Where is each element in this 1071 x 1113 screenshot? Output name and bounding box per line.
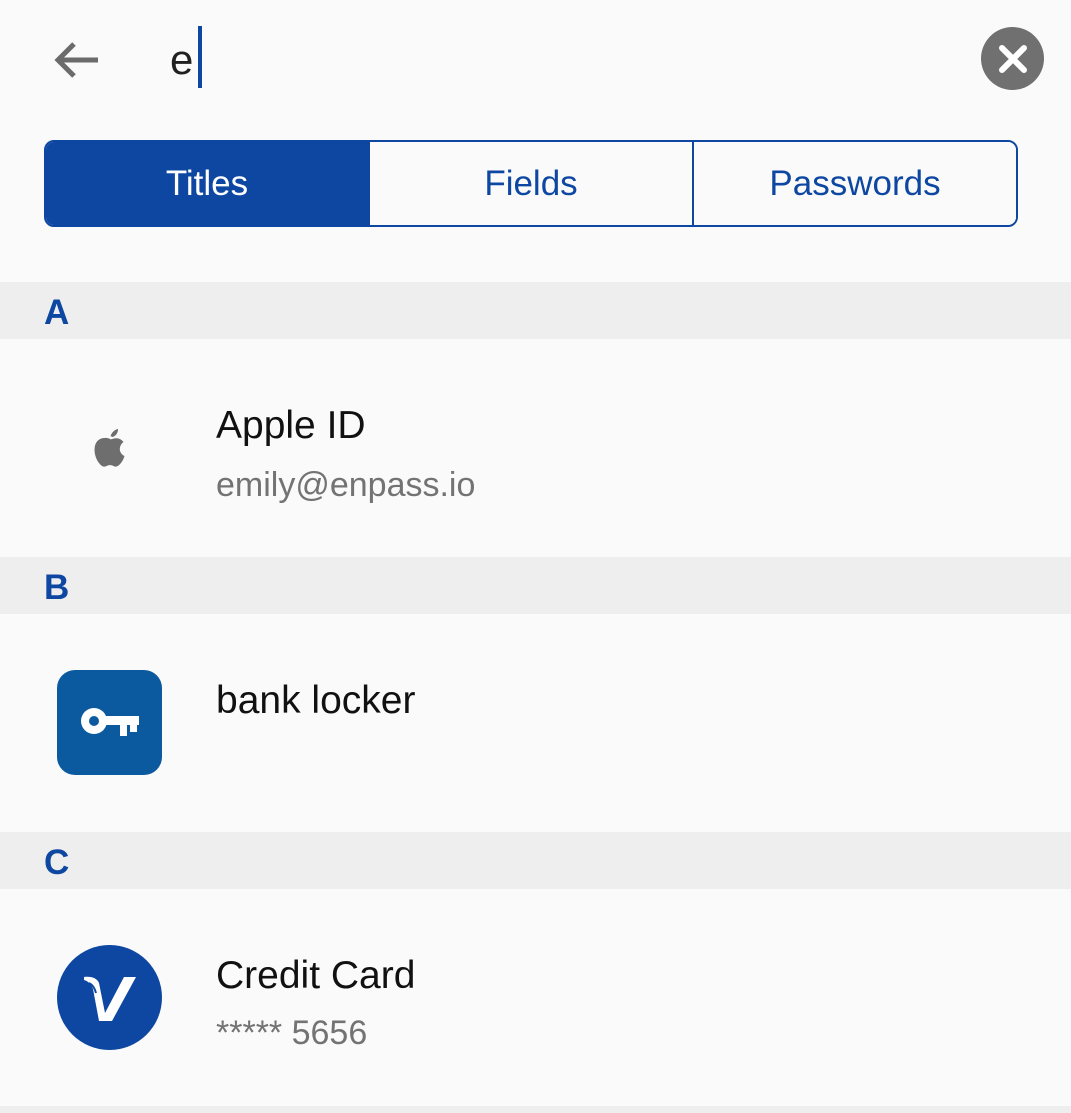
clear-search-button[interactable]: [981, 27, 1044, 90]
item-title: bank locker: [216, 679, 416, 722]
list-item-apple-id[interactable]: Apple ID emily@enpass.io: [0, 339, 1071, 557]
item-title: Apple ID: [216, 404, 366, 447]
search-scope-tabs: Titles Fields Passwords: [44, 140, 1018, 227]
item-subtitle: emily@enpass.io: [216, 466, 476, 504]
visa-logo-icon: [57, 945, 162, 1050]
search-bar: [0, 0, 1071, 120]
section-header-a: A: [0, 282, 1071, 339]
tab-passwords[interactable]: Passwords: [692, 142, 1016, 225]
arrow-left-icon: [54, 42, 98, 78]
key-icon: [57, 670, 162, 775]
close-icon: [998, 44, 1027, 73]
section-divider: [0, 1106, 1071, 1113]
tab-fields[interactable]: Fields: [368, 142, 692, 225]
section-header-b: B: [0, 557, 1071, 614]
text-caret: [198, 26, 202, 88]
item-title: Credit Card: [216, 954, 416, 997]
apple-logo-icon: [57, 395, 162, 500]
tab-titles[interactable]: Titles: [46, 142, 368, 225]
section-header-c: C: [0, 832, 1071, 889]
item-subtitle: ***** 5656: [216, 1014, 368, 1052]
list-item-bank-locker[interactable]: bank locker: [0, 614, 1071, 832]
search-screen: Titles Fields Passwords A Apple ID emily…: [0, 0, 1071, 1113]
back-button[interactable]: [46, 32, 106, 88]
search-input[interactable]: [170, 24, 930, 96]
list-item-credit-card[interactable]: Credit Card ***** 5656: [0, 889, 1071, 1107]
